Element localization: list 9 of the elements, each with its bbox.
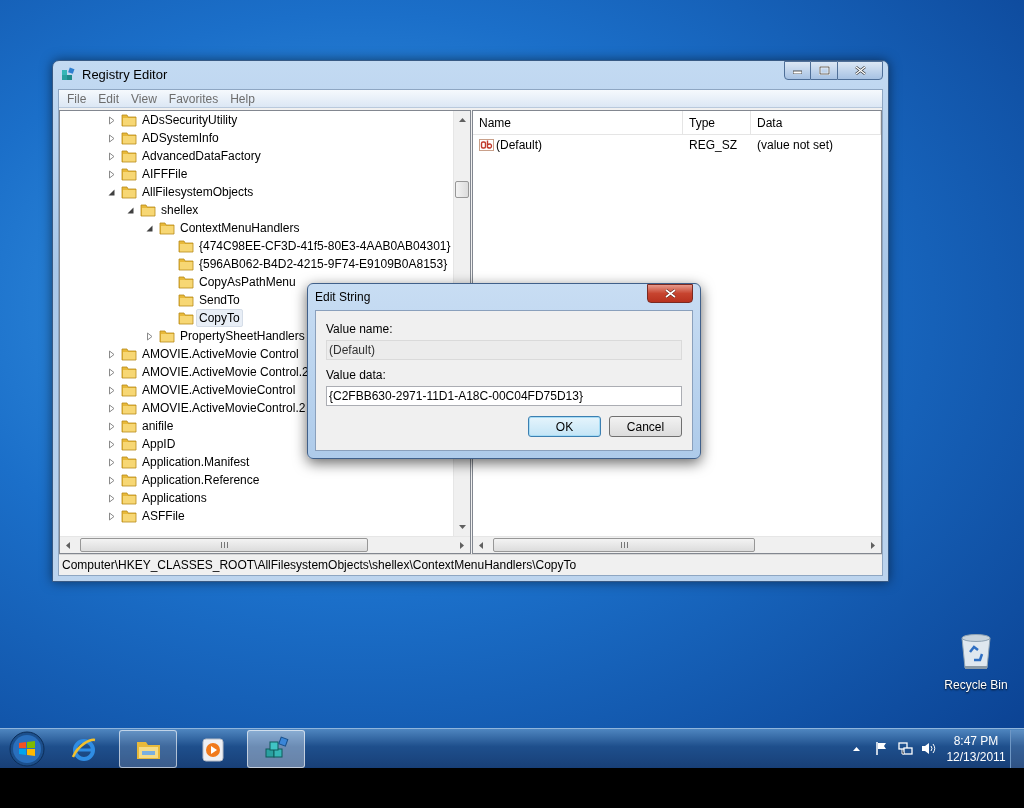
window-title: Registry Editor xyxy=(82,66,168,85)
value-name-field: (Default) xyxy=(326,340,682,360)
table-cell-text: REG_SZ xyxy=(688,137,738,154)
field-label: Value data: xyxy=(326,367,387,382)
table-cell-text: (value not set) xyxy=(756,137,835,154)
dialog-title: Edit String xyxy=(315,289,371,306)
field-label: Value name: xyxy=(326,321,394,336)
table-cell-text: (Default) xyxy=(496,137,542,154)
status-bar: Computer\HKEY_CLASSES_ROOT\AllFilesystemObjects\shellex\ContextMenuHandlers\CopyTo xyxy=(59,554,882,575)
